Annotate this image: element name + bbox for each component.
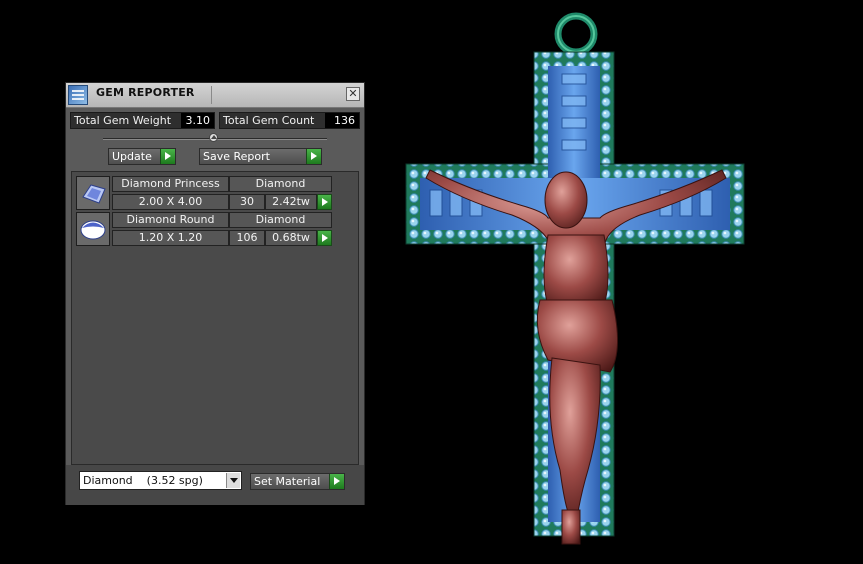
- gem-row[interactable]: Diamond Princess Diamond 2.00 X 4.00 30 …: [76, 176, 332, 210]
- total-gem-weight-label: Total Gem Weight: [74, 114, 172, 127]
- gem-select-arrow-button[interactable]: [317, 230, 332, 246]
- material-bar: Diamond (3.52 spg) Set Material: [66, 465, 364, 505]
- gem-weight: 2.42tw: [265, 194, 317, 210]
- save-report-button[interactable]: Save Report: [199, 148, 322, 165]
- set-material-button[interactable]: Set Material: [250, 473, 345, 490]
- gem-name: Diamond Princess: [112, 176, 229, 192]
- close-button[interactable]: ✕: [346, 87, 360, 101]
- set-material-button-label: Set Material: [254, 475, 321, 488]
- gem-count: 106: [229, 230, 265, 246]
- gem-row[interactable]: Diamond Round Diamond 1.20 X 1.20 106 0.…: [76, 212, 332, 246]
- gem-material: Diamond: [229, 212, 332, 228]
- gem-size: 2.00 X 4.00: [112, 194, 229, 210]
- material-select[interactable]: Diamond (3.52 spg): [79, 471, 242, 490]
- panel-titlebar[interactable]: GEM REPORTER ✕: [66, 83, 364, 108]
- play-arrow-icon: [306, 149, 321, 164]
- round-diamond-icon: [76, 212, 110, 246]
- total-gem-weight-field: Total Gem Weight 3.10: [70, 112, 215, 129]
- titlebar-divider: [211, 86, 212, 104]
- total-gem-count-value: 136: [325, 113, 359, 128]
- save-report-button-label: Save Report: [203, 150, 270, 163]
- total-gem-count-label: Total Gem Count: [223, 114, 315, 127]
- gem-material: Diamond: [229, 176, 332, 192]
- play-arrow-icon: [329, 474, 344, 489]
- gem-list: Diamond Princess Diamond 2.00 X 4.00 30 …: [71, 171, 359, 465]
- gem-weight: 0.68tw: [265, 230, 317, 246]
- gem-name: Diamond Round: [112, 212, 229, 228]
- panel-title: GEM REPORTER: [96, 86, 195, 99]
- princess-diamond-icon: [76, 176, 110, 210]
- panel-slider-handle[interactable]: [209, 133, 218, 142]
- gem-count: 30: [229, 194, 265, 210]
- play-arrow-icon: [160, 149, 175, 164]
- total-gem-weight-value: 3.10: [181, 113, 214, 128]
- gem-reporter-panel: GEM REPORTER ✕ Total Gem Weight 3.10 Tot…: [65, 82, 365, 505]
- gem-size: 1.20 X 1.20: [112, 230, 229, 246]
- gem-select-arrow-button[interactable]: [317, 194, 332, 210]
- material-selected-value: Diamond (3.52 spg): [83, 474, 203, 487]
- chevron-down-icon[interactable]: [226, 473, 240, 488]
- update-button-label: Update: [112, 150, 152, 163]
- update-button[interactable]: Update: [108, 148, 176, 165]
- gem-report-icon: [68, 85, 88, 105]
- total-gem-count-field: Total Gem Count 136: [219, 112, 360, 129]
